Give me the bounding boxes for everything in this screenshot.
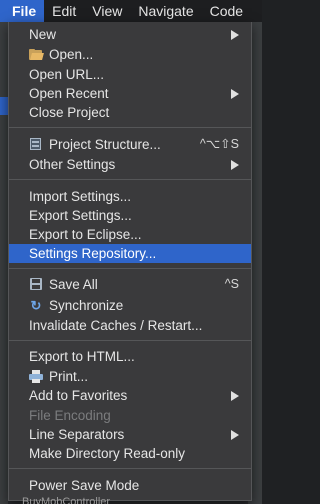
menu-item-power-save[interactable]: Power Save Mode <box>9 476 251 495</box>
menu-item-label: Open URL... <box>29 67 105 82</box>
menu-edit[interactable]: Edit <box>44 0 84 22</box>
menu-separator <box>9 127 251 128</box>
menu-item-settings-repository[interactable]: Settings Repository... <box>9 244 251 263</box>
menu-item-label: Line Separators <box>29 427 125 442</box>
menu-item-save-all[interactable]: Save All ^S <box>9 275 251 294</box>
submenu-arrow-icon <box>231 160 239 170</box>
menu-item-open-url[interactable]: Open URL... <box>9 65 251 84</box>
menu-item-label: Settings Repository... <box>29 246 157 261</box>
menu-item-label: Project Structure... <box>49 137 161 152</box>
menu-item-label: Add to Favorites <box>29 388 128 403</box>
menu-separator <box>9 468 251 469</box>
menu-item-label: Export Settings... <box>29 208 132 223</box>
menu-separator <box>9 179 251 180</box>
project-tree-item: BuyMobController <box>22 496 111 504</box>
menu-item-label: Open Recent <box>29 86 109 101</box>
menu-item-add-favorites[interactable]: Add to Favorites <box>9 386 251 405</box>
menu-item-label: New <box>29 27 57 42</box>
menu-separator <box>9 340 251 341</box>
menu-item-label: Import Settings... <box>29 189 132 204</box>
menu-view[interactable]: View <box>84 0 130 22</box>
menu-item-label: Other Settings <box>29 157 116 172</box>
submenu-arrow-icon <box>231 89 239 99</box>
print-icon <box>29 370 43 383</box>
menu-item-export-settings[interactable]: Export Settings... <box>9 206 251 225</box>
project-panel-edge <box>0 22 8 504</box>
menu-navigate[interactable]: Navigate <box>130 0 201 22</box>
menu-item-close-project[interactable]: Close Project <box>9 103 251 122</box>
menu-item-import-settings[interactable]: Import Settings... <box>9 187 251 206</box>
menu-item-label: Print... <box>49 369 89 384</box>
menu-file[interactable]: File <box>0 0 45 22</box>
menu-item-other-settings[interactable]: Other Settings <box>9 155 251 174</box>
menu-item-label: Export to HTML... <box>29 349 135 364</box>
menu-bar: File Edit View Navigate Code <box>0 0 262 22</box>
menu-item-label: Invalidate Caches / Restart... <box>29 318 203 333</box>
save-icon <box>29 278 43 291</box>
menu-item-shortcut: ^⌥⇧S <box>199 137 239 151</box>
menu-item-file-encoding: File Encoding <box>9 406 251 425</box>
project-structure-icon <box>29 138 43 151</box>
menu-item-label: Make Directory Read-only <box>29 446 186 461</box>
menu-item-export-eclipse[interactable]: Export to Eclipse... <box>9 225 251 244</box>
menu-item-label: Close Project <box>29 105 110 120</box>
ide-window: File Edit View Navigate Code New Open...… <box>0 0 262 504</box>
menu-item-open[interactable]: Open... <box>9 45 251 64</box>
menu-item-make-readonly[interactable]: Make Directory Read-only <box>9 444 251 463</box>
menu-item-open-recent[interactable]: Open Recent <box>9 84 251 103</box>
menu-item-shortcut: ^S <box>224 277 239 291</box>
menu-item-label: Open... <box>49 47 94 62</box>
menu-item-line-separators[interactable]: Line Separators <box>9 425 251 444</box>
folder-icon <box>29 49 44 62</box>
menu-item-synchronize[interactable]: ↻ Synchronize <box>9 296 251 315</box>
menu-item-project-structure[interactable]: Project Structure... ^⌥⇧S <box>9 135 251 154</box>
submenu-arrow-icon <box>231 30 239 40</box>
menu-item-label: Save All <box>49 277 98 292</box>
menu-separator <box>9 268 251 269</box>
menu-item-print[interactable]: Print... <box>9 367 251 386</box>
menu-item-label: Export to Eclipse... <box>29 227 142 242</box>
sync-icon: ↻ <box>30 298 42 313</box>
menu-item-invalidate-caches[interactable]: Invalidate Caches / Restart... <box>9 316 251 335</box>
file-menu-dropdown: New Open... Open URL... Open Recent Clos… <box>8 22 252 501</box>
menu-code[interactable]: Code <box>202 0 251 22</box>
menu-item-new[interactable]: New <box>9 25 251 44</box>
menu-item-label: File Encoding <box>29 408 111 423</box>
submenu-arrow-icon <box>231 430 239 440</box>
menu-item-export-html[interactable]: Export to HTML... <box>9 347 251 366</box>
menu-item-label: Synchronize <box>49 298 124 313</box>
menu-item-label: Power Save Mode <box>29 478 140 493</box>
submenu-arrow-icon <box>231 391 239 401</box>
